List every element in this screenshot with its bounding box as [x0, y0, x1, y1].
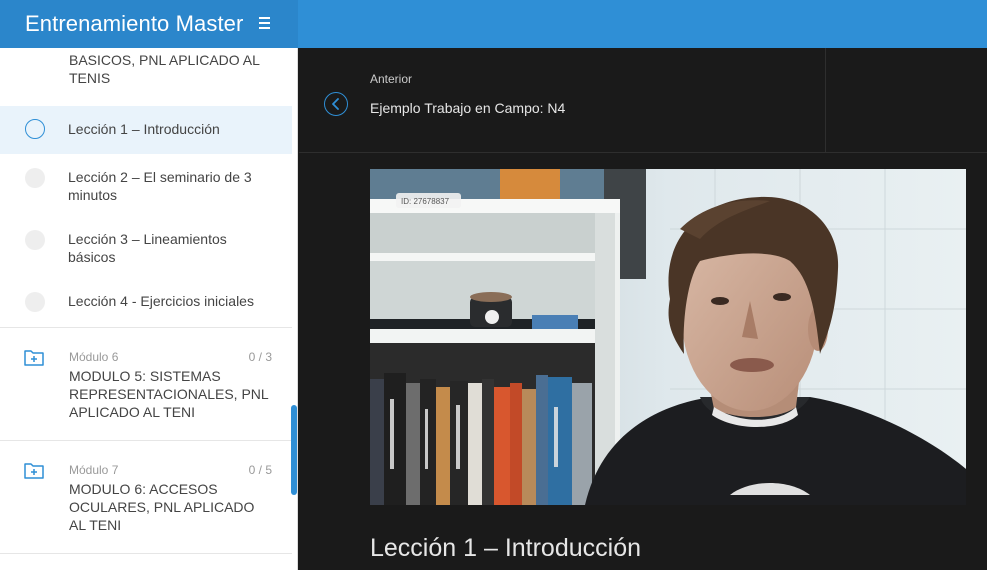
lesson-label: Lección 3 – Lineamientos básicos [68, 231, 227, 265]
lesson-item-4[interactable]: Lección 4 - Ejercicios iniciales [0, 284, 292, 320]
folder-plus-icon [24, 350, 44, 366]
brand-area: Entrenamiento Master [0, 0, 298, 48]
previous-lesson-button[interactable] [324, 92, 348, 116]
app-window: Entrenamiento Master BASICOS, PNL APLICA… [0, 0, 987, 570]
sidebar-scrollbar[interactable] [291, 405, 297, 495]
video-overlay-id: ID: 27678837 [401, 197, 450, 206]
menu-icon[interactable] [259, 16, 273, 32]
module-item-6[interactable]: Módulo 6 0 / 3 MODULO 5: SISTEMAS REPRES… [0, 328, 292, 440]
nav-separator [825, 48, 826, 152]
lesson-label: Lección 4 - Ejercicios iniciales [68, 293, 254, 309]
lesson-status-icon [25, 230, 45, 250]
lesson-item-1[interactable]: Lección 1 – Introducción [0, 106, 292, 154]
module-name: MODULO 6: ACCESOS OCULARES, PNL APLICADO… [69, 481, 255, 533]
lesson-navigation: Anterior Ejemplo Trabajo en Campo: N4 [299, 48, 987, 153]
top-bar: Entrenamiento Master [0, 0, 987, 48]
course-sidebar[interactable]: BASICOS, PNL APLICADO AL TENIS Lección 1… [0, 48, 298, 570]
module-progress: 0 / 3 [248, 350, 272, 364]
current-module-title: BASICOS, PNL APLICADO AL TENIS [69, 52, 260, 86]
lesson-item-2[interactable]: Lección 2 – El seminario de 3 minutos [0, 156, 292, 212]
module-progress: 0 / 5 [248, 463, 272, 477]
folder-plus-icon [24, 463, 44, 479]
video-frame: ID: 27678837 [370, 169, 966, 505]
lesson-status-icon [25, 292, 45, 312]
chevron-left-icon [332, 98, 339, 110]
module-number: Módulo 6 [69, 350, 119, 364]
lesson-item-3[interactable]: Lección 3 – Lineamientos básicos [0, 218, 292, 274]
previous-caption: Anterior [370, 72, 413, 86]
lesson-label: Lección 1 – Introducción [68, 121, 220, 137]
lesson-label: Lección 2 – El seminario de 3 minutos [68, 169, 252, 203]
lesson-video[interactable]: ID: 27678837 [370, 169, 966, 505]
previous-lesson-link[interactable]: Ejemplo Trabajo en Campo: N4 [370, 100, 565, 116]
lesson-status-icon [25, 119, 45, 139]
lesson-status-icon [25, 168, 45, 188]
app-title: Entrenamiento Master [25, 11, 244, 36]
module-name: MODULO 5: SISTEMAS REPRESENTACIONALES, P… [69, 368, 269, 420]
module-item-7[interactable]: Módulo 7 0 / 5 MODULO 6: ACCESOS OCULARE… [0, 441, 292, 553]
lesson-title: Lección 1 – Introducción [370, 534, 642, 562]
lesson-content: Anterior Ejemplo Trabajo en Campo: N4 ID… [299, 48, 987, 570]
divider [0, 553, 292, 554]
module-number: Módulo 7 [69, 463, 119, 477]
